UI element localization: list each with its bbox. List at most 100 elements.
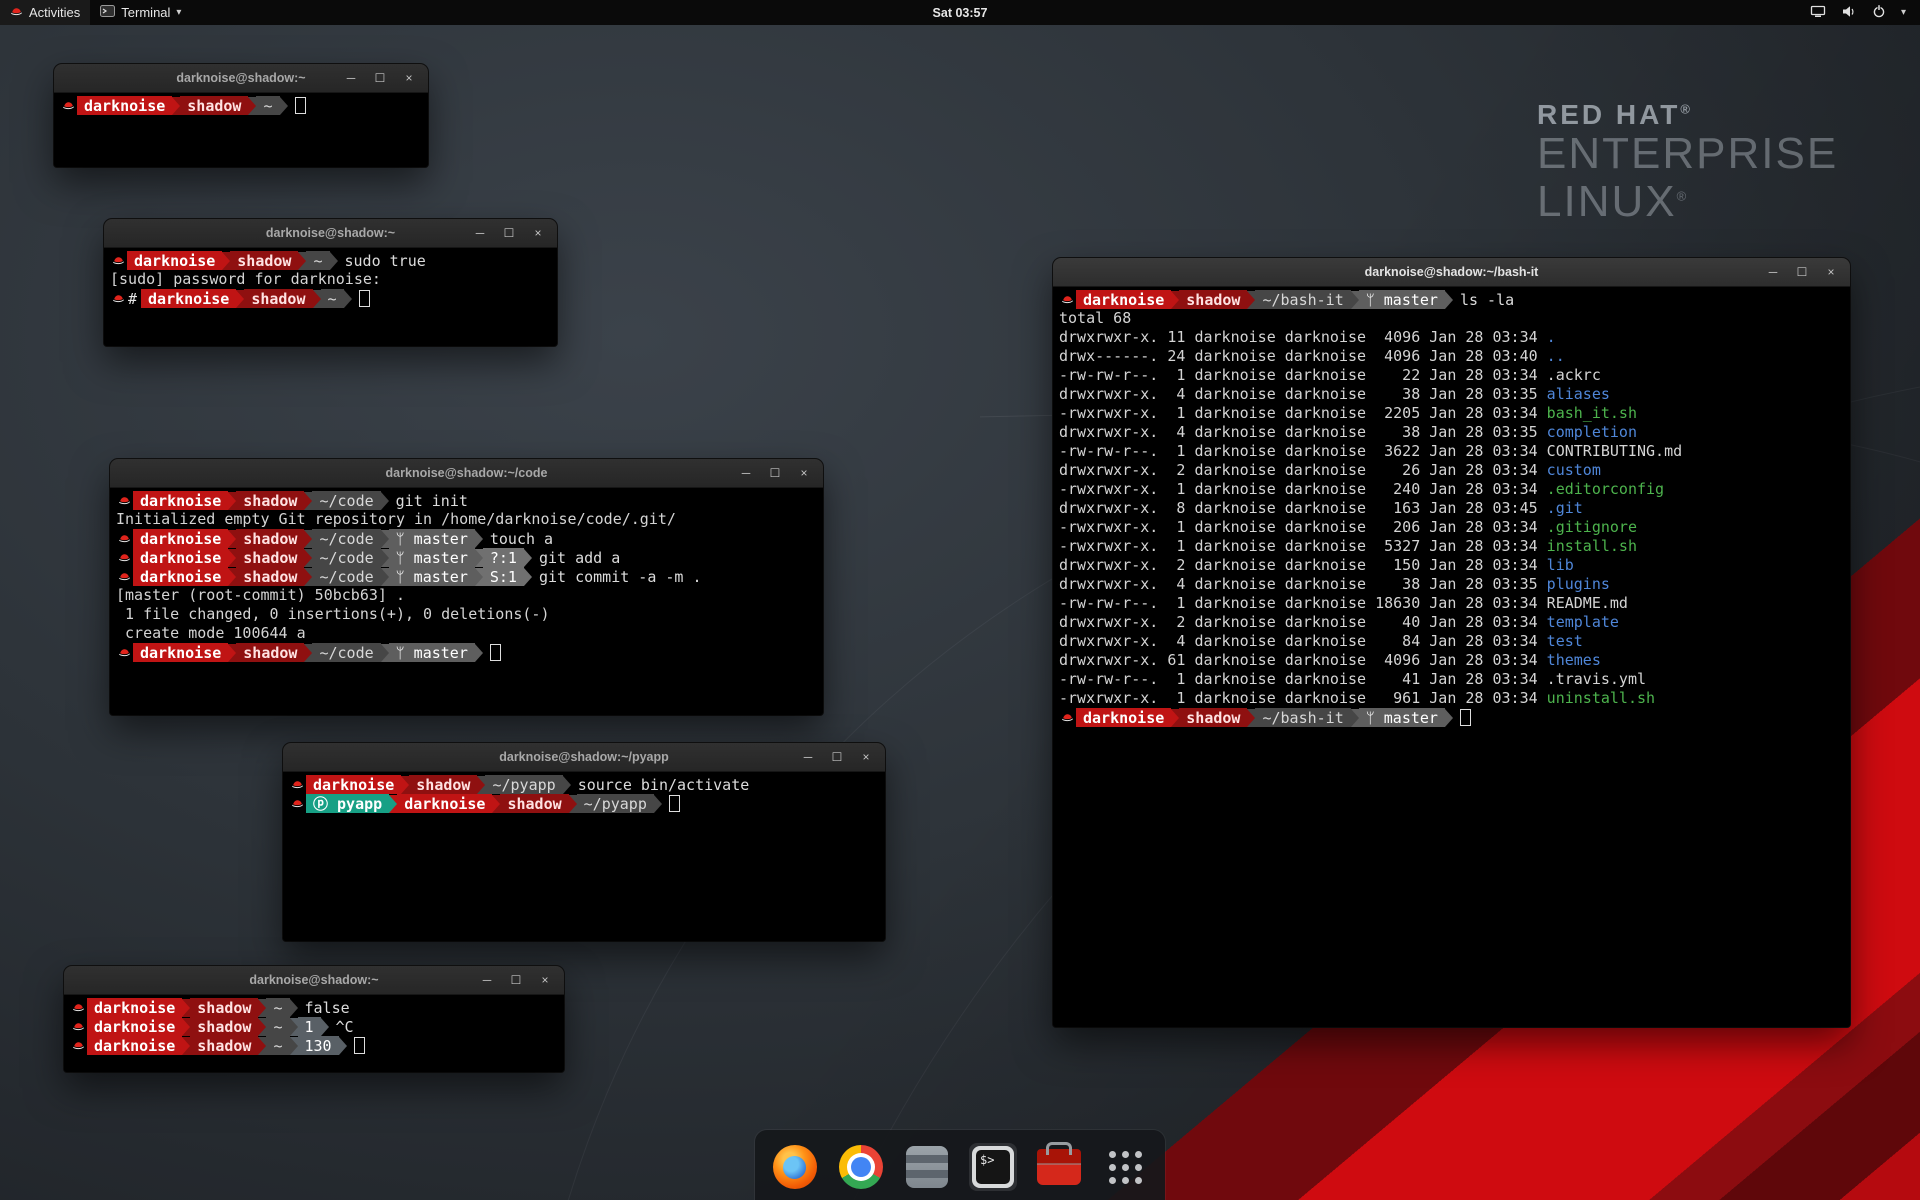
terminal-output-line: Initialized empty Git repository in /hom… bbox=[116, 510, 817, 529]
prompt-segment-user: darknoise bbox=[87, 1036, 182, 1055]
terminal-body[interactable]: darknoiseshadow~ bbox=[54, 93, 428, 167]
minimize-button[interactable]: ─ bbox=[739, 459, 753, 487]
close-button[interactable]: × bbox=[859, 743, 873, 771]
maximize-button[interactable]: ☐ bbox=[768, 459, 782, 487]
powerline-separator-icon bbox=[1351, 709, 1359, 727]
minimize-button[interactable]: ─ bbox=[1766, 258, 1780, 286]
dock-terminal[interactable]: $> bbox=[969, 1143, 1017, 1191]
prompt-segment-host: shadow bbox=[236, 491, 304, 510]
terminal-output-line: drwxrwxr-x. 4 darknoise darknoise 38 Jan… bbox=[1059, 385, 1844, 404]
minimize-button[interactable]: ─ bbox=[480, 966, 494, 994]
terminal-output-line: drwxrwxr-x. 2 darknoise darknoise 26 Jan… bbox=[1059, 461, 1844, 480]
redhat-prompt-icon bbox=[116, 552, 133, 563]
prompt-segment-path: ~ bbox=[266, 1036, 289, 1055]
minimize-button[interactable]: ─ bbox=[473, 219, 487, 247]
terminal-body[interactable]: darknoiseshadow~/codegit initInitialized… bbox=[110, 488, 823, 715]
terminal-body[interactable]: darknoiseshadow~/pyappsource bin/activat… bbox=[283, 772, 885, 941]
output-text: [master (root-commit) 50bcb63] . bbox=[116, 586, 405, 604]
window-titlebar[interactable]: darknoise@shadow:~─☐× bbox=[104, 219, 557, 248]
output-text: -rw-rw-r--. 1 darknoise darknoise 41 Jan… bbox=[1059, 670, 1547, 688]
powerline-separator-icon bbox=[1171, 291, 1179, 309]
terminal-body[interactable]: darknoiseshadow~/bash-itᛘ masterls -lato… bbox=[1053, 287, 1850, 1027]
output-text: create mode 100644 a bbox=[116, 624, 306, 642]
terminal-app-icon bbox=[100, 5, 115, 20]
prompt-segment-path: ~/code bbox=[312, 491, 380, 510]
window-controls: ─ ☐ × bbox=[1766, 258, 1850, 286]
prompt-segment-branch: ᛘ master bbox=[1359, 290, 1445, 309]
output-text: drwxrwxr-x. 2 darknoise darknoise 26 Jan… bbox=[1059, 461, 1547, 479]
dock-firefox[interactable] bbox=[771, 1143, 819, 1191]
terminal-output-line: drwxrwxr-x. 2 darknoise darknoise 150 Ja… bbox=[1059, 556, 1844, 575]
close-button[interactable]: × bbox=[1824, 258, 1838, 286]
maximize-button[interactable]: ☐ bbox=[509, 966, 523, 994]
powerline-separator-icon bbox=[1247, 291, 1255, 309]
window-titlebar[interactable]: darknoise@shadow:~/pyapp─☐× bbox=[283, 743, 885, 772]
prompt-segment-path: ~/code bbox=[312, 548, 380, 567]
maximize-button[interactable]: ☐ bbox=[1795, 258, 1809, 286]
close-button[interactable]: × bbox=[797, 459, 811, 487]
minimize-button[interactable]: ─ bbox=[344, 64, 358, 92]
terminal-window: darknoise@shadow:~─☐×darknoiseshadow~sud… bbox=[104, 219, 557, 346]
app-menu-label: Terminal bbox=[121, 5, 170, 20]
maximize-button[interactable]: ☐ bbox=[373, 64, 387, 92]
activities-button[interactable]: Activities bbox=[0, 0, 90, 25]
output-text: CONTRIBUTING.md bbox=[1547, 442, 1682, 460]
prompt-segment-host: shadow bbox=[1179, 708, 1247, 727]
prompt-segment-user: darknoise bbox=[141, 289, 236, 308]
window-titlebar[interactable]: darknoise@shadow:~─☐× bbox=[54, 64, 428, 93]
output-text: uninstall.sh bbox=[1547, 689, 1655, 707]
output-text: lib bbox=[1547, 556, 1574, 574]
redhat-prompt-icon bbox=[116, 533, 133, 544]
powerline-separator-icon bbox=[222, 252, 230, 270]
output-text: aliases bbox=[1547, 385, 1610, 403]
prompt-segment-path: ~ bbox=[266, 998, 289, 1017]
powerline-separator-icon bbox=[563, 776, 571, 794]
terminal-prompt-line: darknoiseshadow~ bbox=[60, 96, 422, 115]
powerline-separator-icon bbox=[304, 530, 312, 548]
desktop: RED HAT® ENTERPRISE LINUX® darknoise@sha… bbox=[0, 0, 1920, 1200]
powerline-separator-icon bbox=[1445, 291, 1453, 309]
output-text: .travis.yml bbox=[1547, 670, 1646, 688]
redhat-prompt-icon bbox=[110, 255, 127, 266]
output-text: drwxrwxr-x. 4 darknoise darknoise 84 Jan… bbox=[1059, 632, 1547, 650]
terminal-output-line: 1 file changed, 0 insertions(+), 0 delet… bbox=[116, 605, 817, 624]
window-titlebar[interactable]: darknoise@shadow:~/code─☐× bbox=[110, 459, 823, 488]
prompt-segment-user: darknoise bbox=[133, 491, 228, 510]
powerline-separator-icon bbox=[330, 252, 338, 270]
window-titlebar[interactable]: darknoise@shadow:~/bash-it─☐× bbox=[1053, 258, 1850, 287]
terminal-window: darknoise@shadow:~/bash-it─☐×darknoisesh… bbox=[1053, 258, 1850, 1027]
terminal-output-line: drwxrwxr-x. 2 darknoise darknoise 40 Jan… bbox=[1059, 613, 1844, 632]
window-titlebar[interactable]: darknoise@shadow:~─☐× bbox=[64, 966, 564, 995]
output-text: -rw-rw-r--. 1 darknoise darknoise 3622 J… bbox=[1059, 442, 1547, 460]
terminal-output-line: drwxrwxr-x. 8 darknoise darknoise 163 Ja… bbox=[1059, 499, 1844, 518]
system-tray[interactable]: ▾ bbox=[1810, 0, 1920, 25]
close-button[interactable]: × bbox=[402, 64, 416, 92]
clock[interactable]: Sat 03:57 bbox=[933, 6, 988, 20]
maximize-button[interactable]: ☐ bbox=[830, 743, 844, 771]
chevron-down-icon: ▾ bbox=[1901, 7, 1906, 18]
powerline-separator-icon bbox=[381, 549, 389, 567]
redhat-prompt-icon bbox=[1059, 294, 1076, 305]
window-controls: ─ ☐ × bbox=[739, 459, 823, 487]
dock-toolbox[interactable] bbox=[1035, 1143, 1083, 1191]
dock-show-applications[interactable] bbox=[1101, 1143, 1149, 1191]
prompt-segment-path: ~/code bbox=[312, 643, 380, 662]
output-text: themes bbox=[1547, 651, 1601, 669]
dock-files[interactable] bbox=[903, 1143, 951, 1191]
terminal-output-line: drwx------. 24 darknoise darknoise 4096 … bbox=[1059, 347, 1844, 366]
terminal-body[interactable]: darknoiseshadow~sudo true[sudo] password… bbox=[104, 248, 557, 346]
minimize-button[interactable]: ─ bbox=[801, 743, 815, 771]
dock-chrome[interactable] bbox=[837, 1143, 885, 1191]
output-text: completion bbox=[1547, 423, 1637, 441]
maximize-button[interactable]: ☐ bbox=[502, 219, 516, 247]
close-button[interactable]: × bbox=[538, 966, 552, 994]
app-menu-button[interactable]: Terminal ▾ bbox=[90, 0, 191, 25]
output-text: total 68 bbox=[1059, 309, 1131, 327]
terminal-icon: $> bbox=[972, 1146, 1014, 1188]
output-text: test bbox=[1547, 632, 1583, 650]
terminal-output-line: [sudo] password for darknoise: bbox=[110, 270, 551, 289]
prompt-segment-path: ~/pyapp bbox=[577, 794, 654, 813]
terminal-body[interactable]: darknoiseshadow~falsedarknoiseshadow~1^C… bbox=[64, 995, 564, 1072]
prompt-segment-user: darknoise bbox=[1076, 708, 1171, 727]
close-button[interactable]: × bbox=[531, 219, 545, 247]
